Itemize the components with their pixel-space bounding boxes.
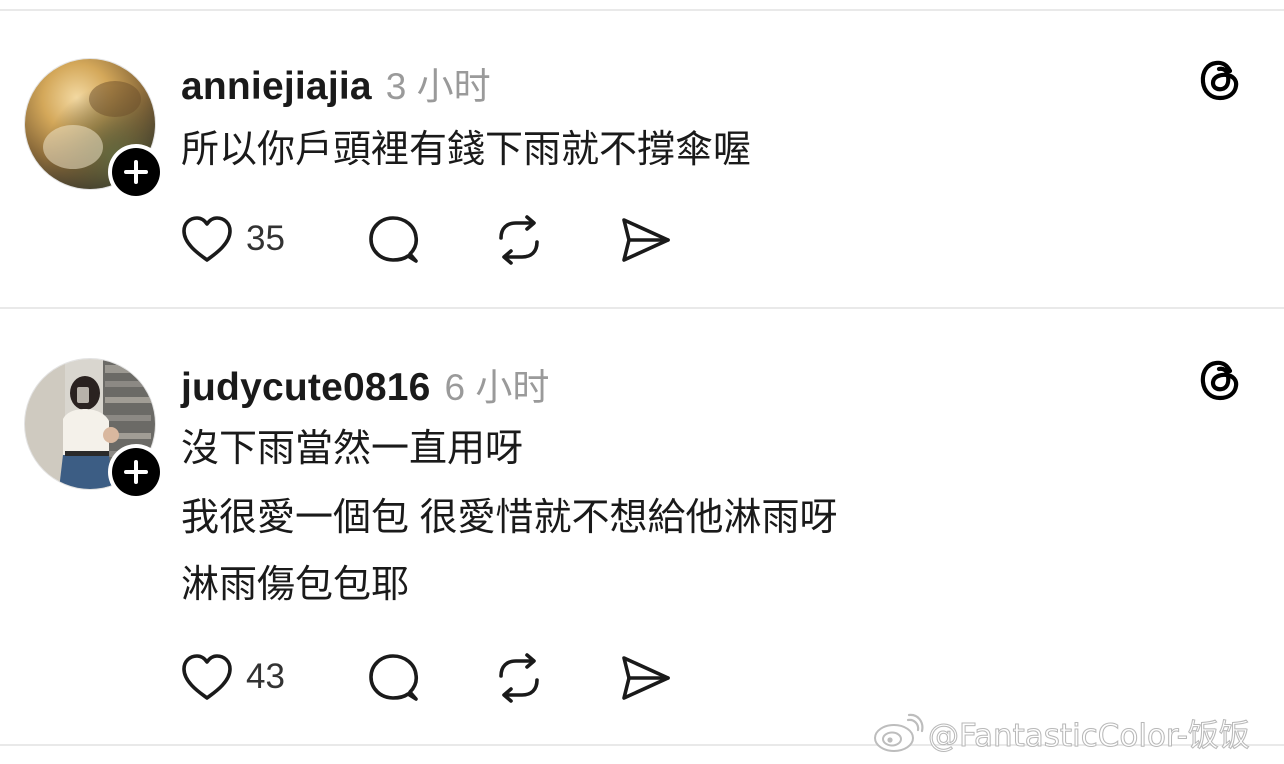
send-icon [622,656,670,700]
follow-button[interactable] [108,144,164,200]
timestamp: 6 小时 [444,367,550,408]
post-text-line: 所以你戶頭裡有錢下雨就不撐傘喔 [181,129,752,171]
post-text-line: 我很愛一個包 很愛惜就不想給他淋雨呀 [181,497,838,539]
reply-button[interactable] [366,214,420,266]
send-icon [622,218,670,262]
plus-icon [124,160,148,184]
repost-button[interactable] [492,652,546,704]
threads-icon[interactable] [1196,56,1244,104]
plus-icon [124,460,148,484]
timestamp: 3 小时 [385,66,491,107]
repost-icon [499,215,539,265]
comment-bubble-icon [369,654,419,701]
username[interactable]: anniejiajia [181,65,372,109]
share-button[interactable] [618,652,672,704]
like-count: 35 [246,219,285,258]
reply-button[interactable] [366,652,420,704]
top-divider [0,9,1284,11]
username[interactable]: judycute0816 [181,366,431,410]
post-text-line: 沒下雨當然一直用呀 [181,428,524,470]
repost-button[interactable] [492,214,546,266]
avatar-2[interactable] [24,358,164,500]
follow-button[interactable] [108,444,164,500]
threads-icon[interactable] [1196,356,1244,404]
weibo-logo-icon [874,713,924,752]
heart-icon [182,216,232,262]
avatar-1[interactable] [24,58,164,200]
like-count: 43 [246,657,285,696]
like-button[interactable]: 35 [180,214,285,264]
heart-icon [182,654,232,700]
watermark-text: @FantasticColor-饭饭 [928,718,1251,755]
repost-icon [499,653,539,703]
post-text-line: 淋雨傷包包耶 [181,564,410,606]
comment-bubble-icon [369,216,419,263]
watermark: @FantasticColor-饭饭 [872,710,1250,755]
post-divider [0,307,1284,309]
like-button[interactable]: 43 [180,652,285,702]
share-button[interactable] [618,214,672,266]
